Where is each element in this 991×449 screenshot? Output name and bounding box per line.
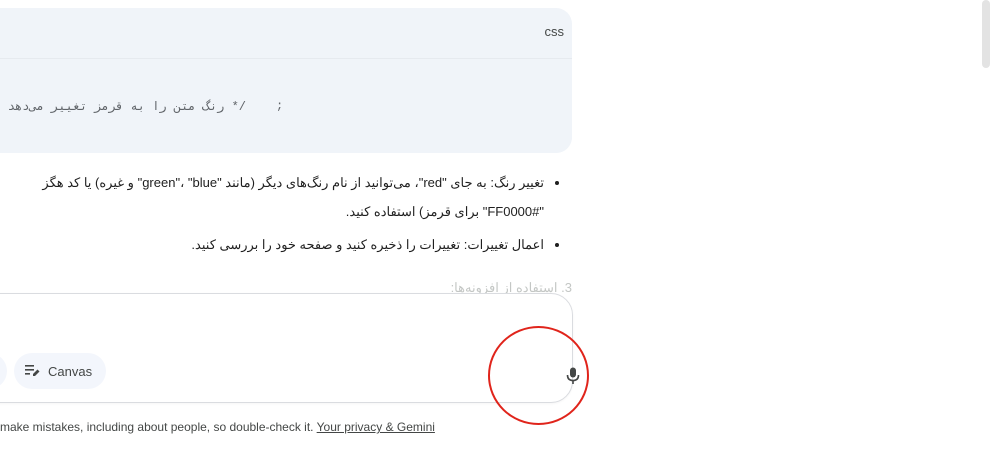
bullet-1-line-1: تغییر رنگ: به جای "red"، می‌توانید از نا… xyxy=(42,175,544,190)
code-comment: /* رنگ متن را به قرمز تغییر می‌دهد */ xyxy=(0,100,246,114)
code-line: /* رنگ متن را به قرمز تغییر می‌دهد */ ; xyxy=(0,99,283,114)
tools-chip[interactable] xyxy=(0,353,7,389)
faded-heading: 3. استفاده از افزونه‌ها: xyxy=(450,280,572,294)
code-semicolon: ; xyxy=(276,99,284,113)
bullet-list: تغییر رنگ: به جای "red"، می‌توانید از نا… xyxy=(0,168,568,263)
disclaimer-footer: make mistakes, including about people, s… xyxy=(0,420,435,434)
code-block-header: css xyxy=(0,8,572,56)
bullet-2-line-1: اعمال تغییرات: تغییرات را ذخیره کنید و ص… xyxy=(191,237,544,252)
bullet-1-line-2: "#FF0000" برای قرمز) استفاده کنید. xyxy=(345,204,544,219)
canvas-button[interactable]: Canvas xyxy=(14,353,107,389)
list-item: اعمال تغییرات: تغییرات را ذخیره کنید و ص… xyxy=(0,230,544,259)
disclaimer-text: make mistakes, including about people, s… xyxy=(0,420,314,434)
microphone-button[interactable] xyxy=(559,364,587,392)
prompt-box: Canvas xyxy=(0,293,573,403)
code-trailing: ; xyxy=(246,99,572,113)
mic-icon xyxy=(566,367,580,390)
privacy-link[interactable]: Your privacy & Gemini xyxy=(317,420,435,434)
prompt-input[interactable] xyxy=(1,308,552,340)
list-item: تغییر رنگ: به جای "red"، می‌توانید از نا… xyxy=(0,168,544,226)
code-language-label: css xyxy=(544,24,565,39)
canvas-label: Canvas xyxy=(48,363,93,379)
code-block: css /* رنگ متن را به قرمز تغییر می‌دهد *… xyxy=(0,8,572,153)
canvas-icon xyxy=(24,362,40,381)
page-scrollbar[interactable] xyxy=(982,0,990,68)
code-block-body: /* رنگ متن را به قرمز تغییر می‌دهد */ ; xyxy=(0,58,572,153)
